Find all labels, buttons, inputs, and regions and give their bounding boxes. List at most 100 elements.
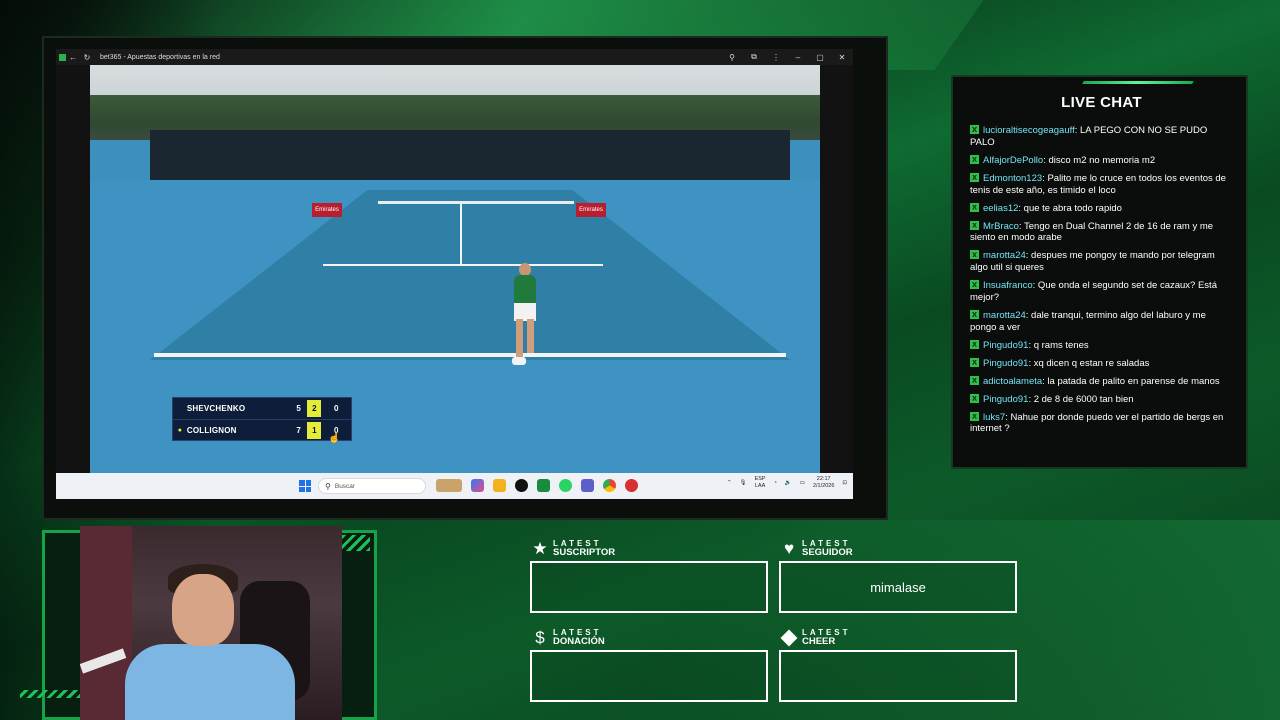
letterbox-right <box>820 65 853 473</box>
court-center-line <box>460 204 462 266</box>
back-arrow-icon[interactable]: ← <box>66 49 80 65</box>
chat-username[interactable]: Edmonton123 <box>983 173 1042 184</box>
opera-icon[interactable] <box>625 479 638 492</box>
chat-username[interactable]: Pingudo91 <box>983 394 1028 405</box>
set-score: 7 <box>296 426 301 435</box>
chat-message-list: lucioraltisecogeagauff: LA PEGO CON NO S… <box>970 125 1232 441</box>
tennis-player <box>508 263 542 373</box>
chat-text: : la patada de palito en parense de mano… <box>1042 375 1220 387</box>
chat-message: Pingudo91: xq dicen q estan re saladas <box>970 357 1232 370</box>
kick-badge-icon <box>970 411 979 421</box>
video-stands <box>150 130 790 185</box>
clock[interactable]: 22:17 2/1/2026 <box>813 476 834 490</box>
language-top: ESP <box>754 476 766 482</box>
bet365-taskbar-icon[interactable] <box>537 479 550 492</box>
windows-start-icon[interactable] <box>299 480 311 492</box>
wifi-icon[interactable]: ◔ <box>774 480 777 486</box>
chat-username[interactable]: lucioraltisecogeagauff <box>983 125 1075 136</box>
volume-icon[interactable]: 🔈 <box>785 480 792 486</box>
widget-label: DONACIÓN <box>553 636 605 647</box>
kick-badge-icon <box>970 202 979 212</box>
battery-icon[interactable]: ▭ <box>800 480 805 486</box>
browser-window: ← ↻ bet365 - Apuestas deportivas en la r… <box>56 49 853 499</box>
chat-username[interactable]: marotta24 <box>983 310 1026 321</box>
kick-badge-icon <box>970 125 979 134</box>
chat-message: adictoalameta: la patada de palito en pa… <box>970 375 1232 388</box>
widget-icon[interactable] <box>436 479 462 492</box>
file-explorer-icon[interactable] <box>493 479 506 492</box>
language-bottom: LAA <box>754 483 766 489</box>
taskbar-search[interactable]: ⚲ Buscar <box>318 478 426 494</box>
system-tray: ⌃ 🎙 ESP LAA ◔ 🔈 ▭ 22:17 2/1/2026 ⊡ <box>727 476 847 490</box>
widget-value <box>779 650 1017 702</box>
chat-text: : xq dicen q estan re saladas <box>1028 357 1150 369</box>
kick-badge-icon <box>970 339 979 349</box>
chat-message: Edmonton123: Palito me lo cruce en todos… <box>970 172 1232 197</box>
court-baseline <box>154 353 786 357</box>
title-bar: ← ↻ bet365 - Apuestas deportivas en la r… <box>56 49 853 65</box>
chrome-icon[interactable] <box>603 479 616 492</box>
notification-icon[interactable]: ⊡ <box>842 480 847 486</box>
chat-message: AlfajorDePollo: disco m2 no memoria m2 <box>970 154 1232 167</box>
chat-message: eelias12: que te abra todo rapido <box>970 202 1232 215</box>
court-service-line <box>323 264 603 266</box>
kick-badge-icon <box>970 375 979 385</box>
microphone-icon[interactable]: 🎙 <box>740 480 747 486</box>
copilot-icon[interactable] <box>471 479 484 492</box>
game-score: 1 <box>307 422 322 439</box>
chat-message: Pingudo91: 2 de 8 de 6000 tan bien <box>970 393 1232 406</box>
kick-badge-icon <box>970 309 979 319</box>
windows-taskbar: ⚲ Buscar ⌃ 🎙 ESP LAA ◔ 🔈 ▭ 22:17 2/1/202… <box>56 473 853 499</box>
kick-badge-icon <box>970 250 979 260</box>
chat-message: marotta24: despues me pongoy te mando po… <box>970 250 1232 274</box>
chat-message: lucioraltisecogeagauff: LA PEGO CON NO S… <box>970 125 1232 149</box>
chat-username[interactable]: eelias12 <box>983 203 1018 214</box>
minimize-button[interactable]: – <box>787 49 809 65</box>
chat-username[interactable]: Insuafranco <box>983 280 1033 291</box>
chat-message: marotta24: dale tranqui, termino algo de… <box>970 309 1232 334</box>
tiktok-icon[interactable] <box>515 479 528 492</box>
chat-username[interactable]: adictoalameta <box>983 376 1042 387</box>
search-icon: ⚲ <box>325 481 331 491</box>
scoreboard-row: ● COLLIGNON 7 1 0 <box>173 420 351 441</box>
sponsor-banner: Emirates <box>576 203 606 217</box>
heart-icon: ♥ <box>783 539 795 558</box>
whatsapp-icon[interactable] <box>559 479 572 492</box>
search-icon[interactable]: ⚲ <box>721 49 743 65</box>
kick-badge-icon <box>970 357 979 367</box>
match-video[interactable]: Emirates Emirates SHEVCHENKO 5 2 0 ● COL… <box>90 65 820 473</box>
set-score: 5 <box>296 404 301 413</box>
chat-username[interactable]: AlfajorDePollo <box>983 155 1043 166</box>
chat-username[interactable]: marotta24 <box>983 250 1026 261</box>
chat-accent <box>1082 81 1194 84</box>
chat-message: Pingudo91: q rams tenes <box>970 339 1232 352</box>
court-net <box>378 201 574 204</box>
chat-username[interactable]: Pingudo91 <box>983 358 1028 369</box>
search-placeholder: Buscar <box>334 482 356 490</box>
widget-label: SUSCRIPTOR <box>553 547 616 558</box>
maximize-button[interactable]: ▢ <box>809 49 831 65</box>
chat-username[interactable]: luks7 <box>983 412 1005 423</box>
teams-icon[interactable] <box>581 479 594 492</box>
chat-username[interactable]: Pingudo91 <box>983 340 1028 351</box>
window-title: bet365 - Apuestas deportivas en la red <box>100 53 220 61</box>
taskbar-apps <box>436 479 638 492</box>
chat-text: : q rams tenes <box>1028 339 1089 351</box>
more-menu-icon[interactable]: ⋮ <box>765 49 787 65</box>
chevron-up-icon[interactable]: ⌃ <box>727 480 732 486</box>
game-score: 2 <box>307 400 322 417</box>
language-indicator[interactable]: ESP LAA <box>755 476 766 490</box>
star-icon: ★ <box>532 539 548 558</box>
extensions-icon[interactable]: ⧉ <box>743 49 765 65</box>
reload-icon[interactable]: ↻ <box>80 49 94 65</box>
kick-badge-icon <box>970 220 979 230</box>
clock-date: 2/1/2026 <box>812 483 835 489</box>
widget-label: SEGUIDOR <box>802 547 853 558</box>
close-button[interactable]: ✕ <box>831 49 853 65</box>
chat-username[interactable]: MrBraco <box>983 221 1019 232</box>
kick-badge-icon <box>970 172 979 182</box>
title-bar-controls: ⚲ ⧉ ⋮ – ▢ ✕ <box>721 49 853 65</box>
widget-value: mimalase <box>779 561 1017 613</box>
point-score: 0 <box>333 404 339 413</box>
chat-text: : 2 de 8 de 6000 tan bien <box>1028 393 1134 405</box>
